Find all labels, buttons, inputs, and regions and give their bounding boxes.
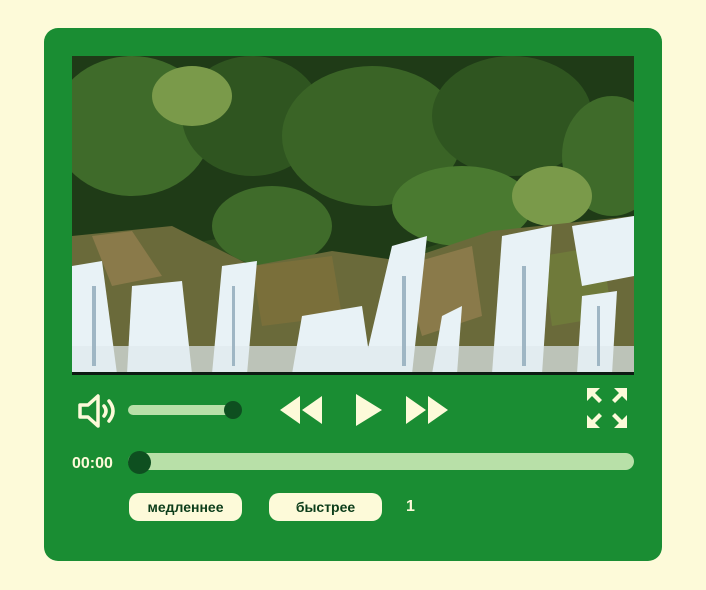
fullscreen-icon[interactable] — [585, 386, 629, 430]
fast-forward-icon[interactable] — [404, 394, 450, 426]
current-time: 00:00 — [72, 455, 113, 472]
progress-bar-thumb[interactable] — [128, 451, 151, 474]
volume-slider[interactable] — [128, 401, 242, 419]
speaker-icon[interactable] — [77, 392, 117, 430]
video-scene-image — [72, 56, 634, 374]
video-frame[interactable] — [72, 56, 634, 374]
volume-slider-thumb[interactable] — [223, 401, 242, 419]
video-player: 00:00 медленнее быстрее 1 — [44, 28, 662, 561]
progress-bar[interactable] — [128, 451, 634, 474]
rewind-icon[interactable] — [278, 394, 324, 426]
video-bottom-edge — [72, 372, 634, 375]
play-icon[interactable] — [354, 392, 384, 428]
slower-button[interactable]: медленнее — [129, 493, 242, 521]
playback-speed-value: 1 — [406, 498, 415, 515]
faster-button[interactable]: быстрее — [269, 493, 382, 521]
